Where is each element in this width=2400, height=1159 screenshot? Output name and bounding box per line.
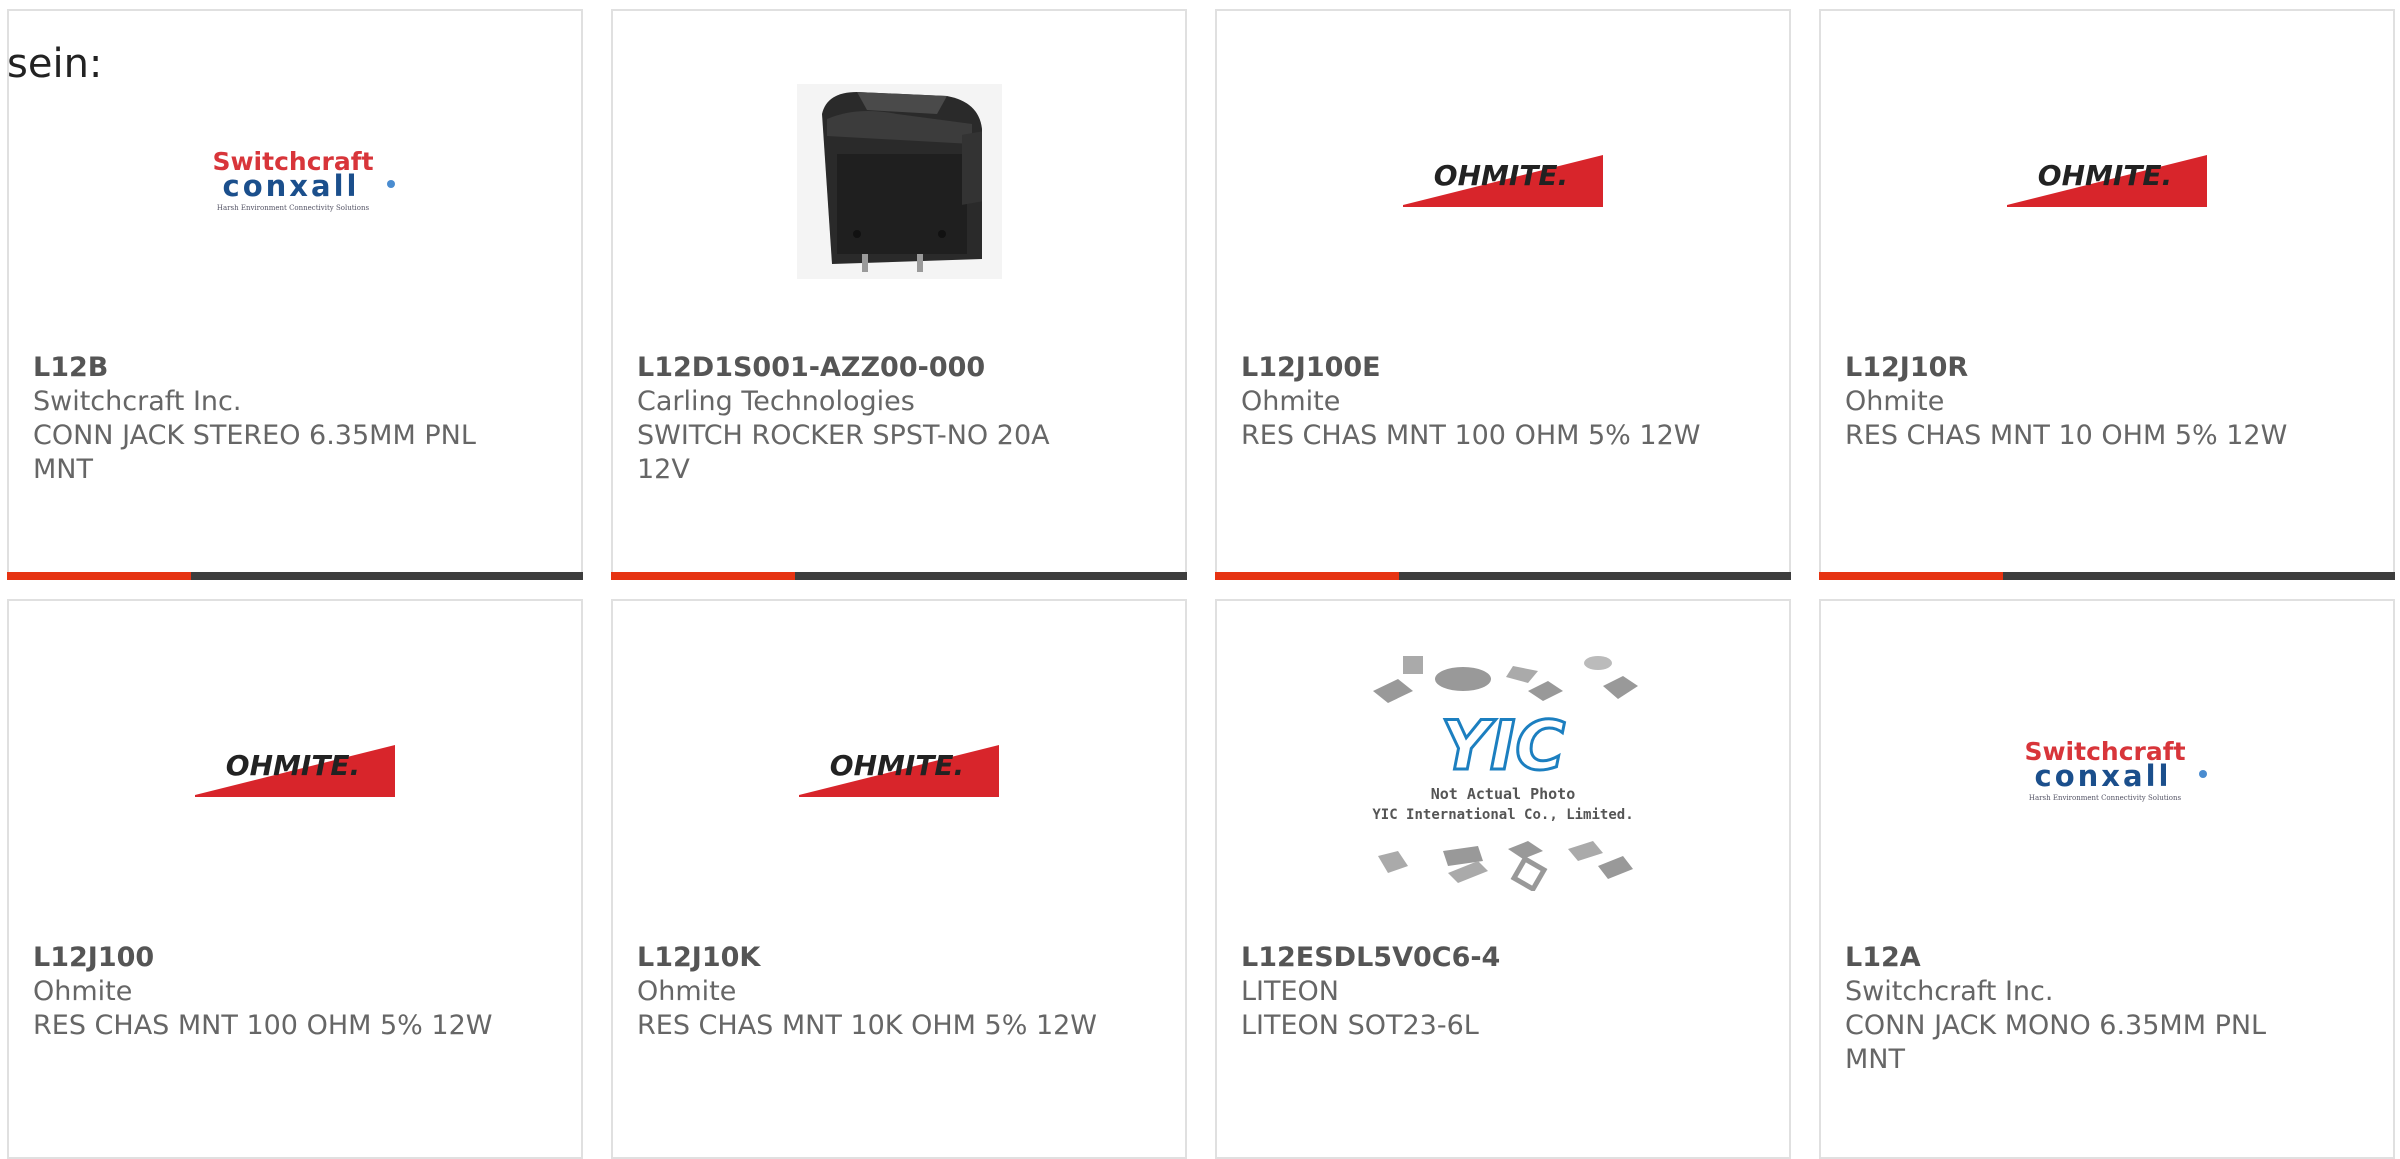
description: LITEON SOT23-6L	[1241, 1010, 1479, 1041]
svg-text:conxall: conxall	[2034, 759, 2171, 793]
card-accent-bar	[1819, 572, 2003, 580]
card-bottom-bar	[611, 572, 1187, 580]
product-image[interactable]: OHMITE.	[9, 601, 581, 941]
product-card[interactable]: OHMITE. L12J10R Ohmite RES CHAS MNT 10 O…	[1819, 9, 2395, 580]
svg-text:OHMITE.: OHMITE.	[226, 749, 360, 782]
product-card[interactable]: Switchcraft conxall Harsh Environment Co…	[7, 9, 583, 580]
ohmite-logo: OHMITE.	[2007, 155, 2207, 207]
product-image[interactable]: Switchcraft conxall Harsh Environment Co…	[1821, 601, 2393, 941]
product-card[interactable]: OHMITE. L12J100 Ohmite RES CHAS MNT 100 …	[7, 599, 583, 1159]
manufacturer: Carling Technologies	[637, 386, 915, 417]
product-image[interactable]	[613, 11, 1185, 351]
description: RES CHAS MNT 100 OHM 5% 12W	[33, 1010, 493, 1041]
product-info: L12ESDL5V0C6-4 LITEON LITEON SOT23-6L	[1241, 941, 1701, 1043]
description: RES CHAS MNT 10 OHM 5% 12W	[1845, 420, 2288, 451]
product-info: L12A Switchcraft Inc. CONN JACK MONO 6.3…	[1845, 941, 2305, 1077]
ohmite-logo: OHMITE.	[1403, 155, 1603, 207]
manufacturer: Switchcraft Inc.	[1845, 976, 2054, 1007]
rocker-switch-photo	[796, 83, 1002, 279]
svg-text:conxall: conxall	[222, 169, 359, 203]
product-info: L12J100E Ohmite RES CHAS MNT 100 OHM 5% …	[1241, 351, 1701, 453]
part-number[interactable]: L12ESDL5V0C6-4	[1241, 941, 1701, 975]
part-number[interactable]: L12A	[1845, 941, 2305, 975]
svg-text:Not Actual Photo: Not Actual Photo	[1431, 785, 1576, 803]
manufacturer: LITEON	[1241, 976, 1340, 1007]
product-info: L12J10K Ohmite RES CHAS MNT 10K OHM 5% 1…	[637, 941, 1097, 1043]
product-info: L12D1S001-AZZ00-000 Carling Technologies…	[637, 351, 1097, 487]
card-accent-bar	[611, 572, 795, 580]
product-info: L12B Switchcraft Inc. CONN JACK STEREO 6…	[33, 351, 493, 487]
switchcraft-logo: Switchcraft conxall Harsh Environment Co…	[2024, 737, 2207, 802]
product-info: L12J10R Ohmite RES CHAS MNT 10 OHM 5% 12…	[1845, 351, 2305, 453]
svg-text:Harsh Environment Connectivity: Harsh Environment Connectivity Solutions	[2028, 794, 2181, 802]
part-number[interactable]: L12J100E	[1241, 351, 1701, 385]
part-number[interactable]: L12B	[33, 351, 493, 385]
part-number[interactable]: L12J10K	[637, 941, 1097, 975]
svg-text:OHMITE.: OHMITE.	[830, 749, 964, 782]
product-image[interactable]: OHMITE.	[1821, 11, 2393, 351]
part-number[interactable]: L12D1S001-AZZ00-000	[637, 351, 1097, 385]
product-image[interactable]: OHMITE.	[1217, 11, 1789, 351]
card-bottom-bar	[1819, 572, 2395, 580]
description: RES CHAS MNT 100 OHM 5% 12W	[1241, 420, 1701, 451]
description: CONN JACK STEREO 6.35MM PNL MNT	[33, 420, 476, 485]
part-number[interactable]: L12J10R	[1845, 351, 2305, 385]
product-card[interactable]: YIC Not Actual Photo YIC International C…	[1215, 599, 1791, 1159]
yic-placeholder-image: YIC Not Actual Photo YIC International C…	[1372, 656, 1638, 891]
ohmite-logo: OHMITE.	[195, 745, 395, 797]
manufacturer: Switchcraft Inc.	[33, 386, 242, 417]
card-accent-bar	[7, 572, 191, 580]
product-card[interactable]: OHMITE. L12J100E Ohmite RES CHAS MNT 100…	[1215, 9, 1791, 580]
manufacturer: Ohmite	[1845, 386, 1945, 417]
description: CONN JACK MONO 6.35MM PNL MNT	[1845, 1010, 2267, 1075]
description: SWITCH ROCKER SPST-NO 20A 12V	[637, 420, 1050, 485]
product-card[interactable]: Switchcraft conxall Harsh Environment Co…	[1819, 599, 2395, 1159]
svg-text:YIC: YIC	[1441, 707, 1566, 786]
part-number[interactable]: L12J100	[33, 941, 493, 975]
product-image[interactable]: OHMITE.	[613, 601, 1185, 941]
manufacturer: Ohmite	[1241, 386, 1341, 417]
product-card[interactable]: L12D1S001-AZZ00-000 Carling Technologies…	[611, 9, 1187, 580]
svg-text:OHMITE.: OHMITE.	[2038, 159, 2172, 192]
svg-text:OHMITE.: OHMITE.	[1434, 159, 1568, 192]
product-card[interactable]: OHMITE. L12J10K Ohmite RES CHAS MNT 10K …	[611, 599, 1187, 1159]
description: RES CHAS MNT 10K OHM 5% 12W	[637, 1010, 1098, 1041]
svg-text:YIC International Co., Limited: YIC International Co., Limited.	[1372, 807, 1633, 823]
card-bottom-bar	[1215, 572, 1791, 580]
manufacturer: Ohmite	[33, 976, 133, 1007]
manufacturer: Ohmite	[637, 976, 737, 1007]
card-bottom-bar	[7, 572, 583, 580]
ohmite-logo: OHMITE.	[799, 745, 999, 797]
switchcraft-logo: Switchcraft conxall Harsh Environment Co…	[212, 147, 395, 212]
svg-text:Harsh Environment Connectivity: Harsh Environment Connectivity Solutions	[216, 204, 369, 212]
product-image[interactable]: YIC Not Actual Photo YIC International C…	[1217, 601, 1789, 941]
page-heading: sein:	[7, 41, 103, 87]
product-info: L12J100 Ohmite RES CHAS MNT 100 OHM 5% 1…	[33, 941, 493, 1043]
card-accent-bar	[1215, 572, 1399, 580]
